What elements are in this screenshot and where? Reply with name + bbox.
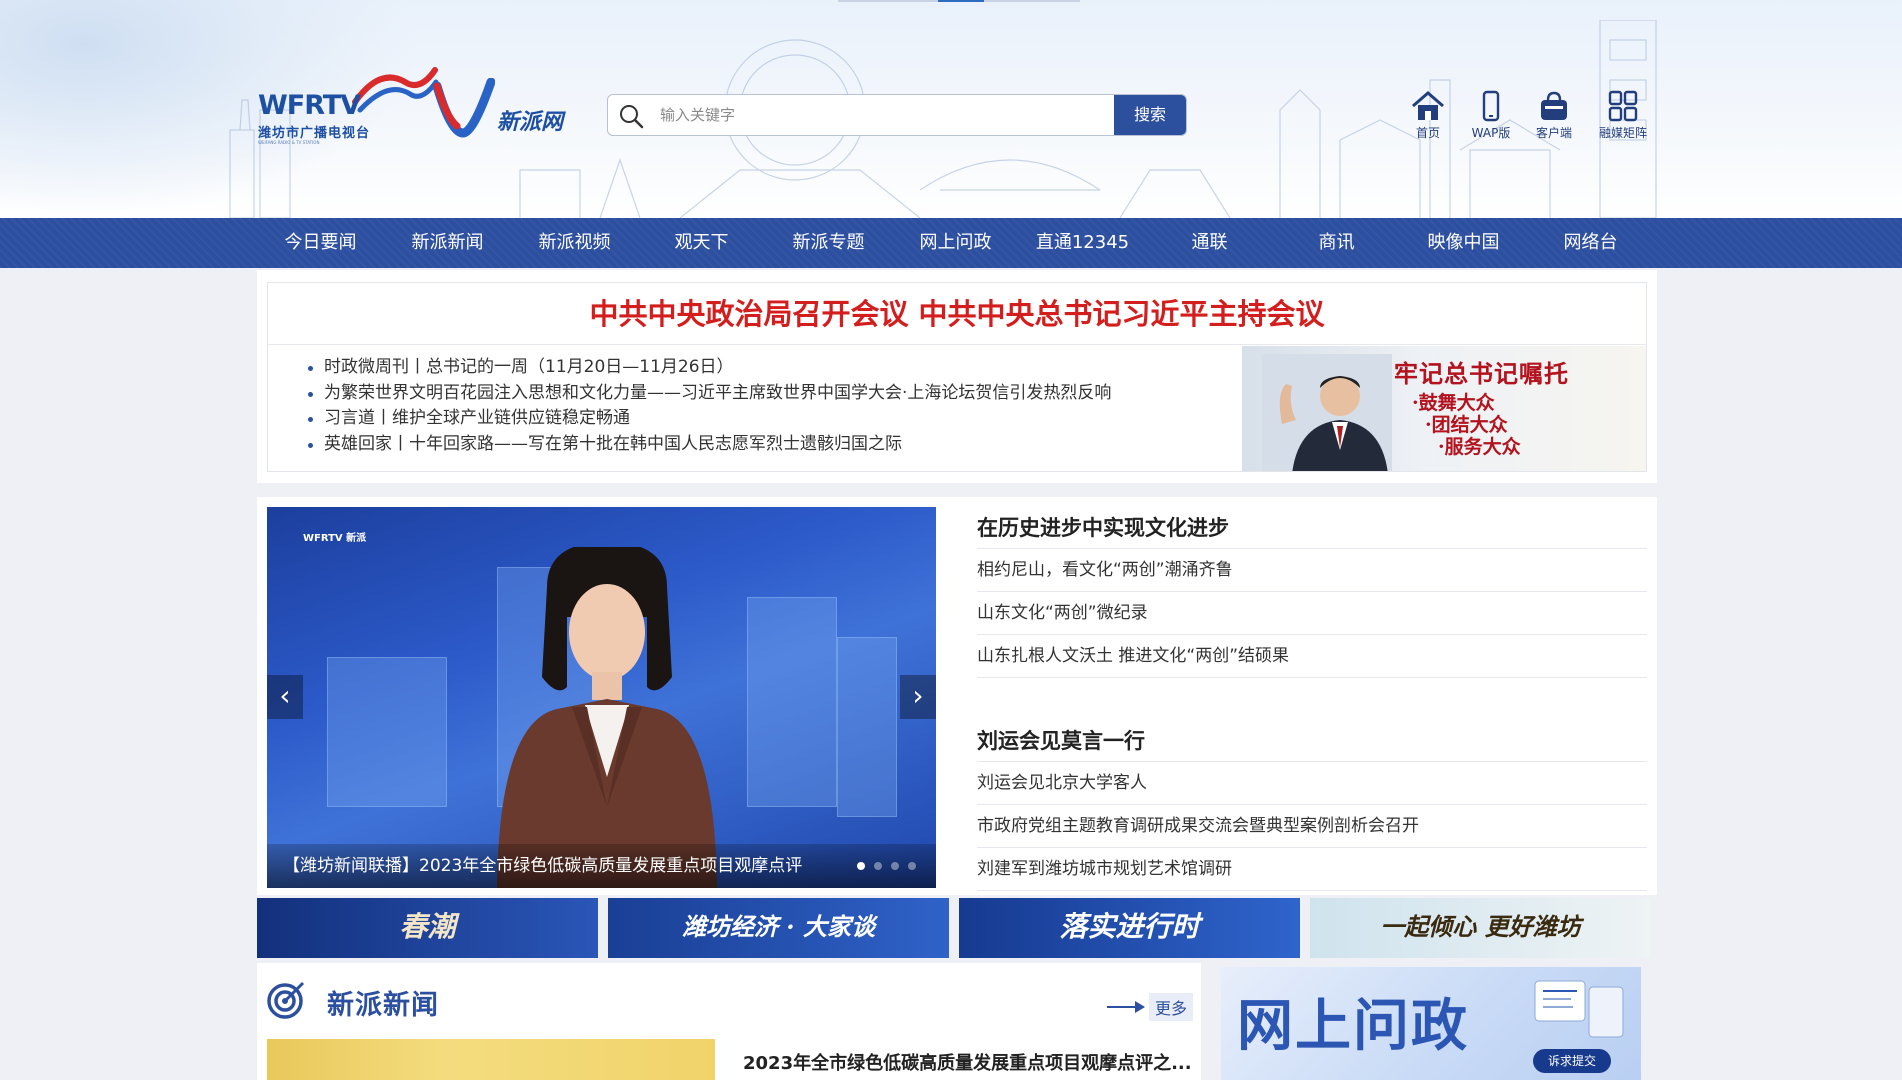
section-title: 新派新闻: [327, 990, 439, 1021]
slider-dot[interactable]: [874, 862, 882, 870]
wfrtv-logo[interactable]: WFRTV 潍坊市广播电视台 WEIFANG RADIO & TV STATIO…: [258, 60, 439, 145]
topic-spacer: [977, 678, 1647, 720]
home-icon: [1412, 91, 1444, 120]
phone-icon: [1482, 90, 1500, 122]
topic-lists: 在历史进步中实现文化进步 相约尼山，看文化“两创”潮涌齐鲁 山东文化“两创”微纪…: [977, 507, 1647, 891]
site-header: WFRTV 潍坊市广播电视台 WEIFANG RADIO & TV STATIO…: [0, 0, 1902, 218]
banner-yiqi-qingxin[interactable]: 一起倾心 更好潍坊: [1310, 898, 1651, 958]
quick-link-wap[interactable]: WAP版: [1461, 90, 1521, 141]
quick-link-client[interactable]: 客户端: [1524, 90, 1584, 141]
wfrtv-logo-cn: 潍坊市广播电视台: [258, 126, 371, 141]
quick-link-matrix[interactable]: 融媒矩阵: [1593, 90, 1653, 141]
promo-line: ·服务大众: [1438, 436, 1521, 458]
slider-dot[interactable]: [891, 862, 899, 870]
nav-item-zhitong-12345[interactable]: 直通12345: [1019, 218, 1146, 268]
submit-request-button[interactable]: 诉求提交: [1533, 1049, 1611, 1073]
topic-item[interactable]: 相约尼山，看文化“两创”潮涌齐鲁: [977, 549, 1647, 592]
search-icon: [620, 105, 644, 129]
grid-icon: [1608, 90, 1638, 122]
news-headline[interactable]: 2023年全市绿色低碳高质量发展重点项目观摩点评之...: [743, 1049, 1192, 1075]
main-nav: 今日要闻 新派新闻 新派视频 观天下 新派专题 网上问政 直通12345 通联 …: [0, 218, 1902, 268]
headline-item[interactable]: 英雄回家丨十年回家路——写在第十批在韩中国人民志愿军烈士遗骸归国之际: [308, 432, 1111, 458]
headline-list: 时政微周刊丨总书记的一周（11月20日—11月26日） 为繁荣世界文明百花园注入…: [308, 355, 1111, 457]
nav-item-yingxiang-zhongguo[interactable]: 映像中国: [1400, 218, 1527, 268]
topic-title[interactable]: 刘运会见莫言一行: [977, 720, 1647, 762]
nav-item-xinpai-xinwen[interactable]: 新派新闻: [384, 218, 511, 268]
banner-weifang-jingji[interactable]: 潍坊经济 · 大家谈: [608, 898, 949, 958]
news-slider[interactable]: WFRTV 新派 ‹ › 【潍坊新闻联播】2023年全市绿色低碳高质量发展重点项…: [267, 507, 936, 888]
quick-link-label: WAP版: [1471, 126, 1511, 140]
wfrtv-swoosh-icon: [352, 67, 439, 113]
nav-item-wangshang-wenzheng[interactable]: 网上问政: [892, 218, 1019, 268]
more-label: 更多: [1149, 993, 1194, 1021]
top-progress-strip: [838, 0, 1080, 2]
slider-dot[interactable]: [908, 862, 916, 870]
xinpai-news-section: 新派新闻 更多 2023年全市绿色低碳高质量发展重点项目观摩点评之...: [257, 963, 1201, 1080]
slider-dots: [857, 862, 916, 870]
search-input[interactable]: [660, 101, 1060, 129]
arrow-right-icon: [1107, 1001, 1145, 1013]
xinpai-v-icon: [432, 77, 496, 138]
banner-text: 潍坊经济 · 大家谈: [681, 912, 876, 941]
more-link[interactable]: 更多: [1107, 993, 1194, 1021]
topic-item[interactable]: 山东扎根人文沃土 推进文化“两创”结硕果: [977, 635, 1647, 678]
nav-item-xinpai-shipin[interactable]: 新派视频: [511, 218, 638, 268]
quick-link-home[interactable]: 首页: [1398, 90, 1458, 141]
slider-prev-button[interactable]: ‹: [267, 675, 303, 719]
headline-item[interactable]: 习言道丨维护全球产业链供应链稳定畅通: [308, 406, 1111, 432]
news-anchor-image: [497, 547, 717, 888]
topic-item[interactable]: 山东文化“两创”微纪录: [977, 592, 1647, 635]
banner-text: 一起倾心 更好潍坊: [1380, 912, 1581, 941]
quick-link-label: 客户端: [1535, 126, 1572, 140]
target-icon: [267, 981, 305, 1019]
nav-item-jinri-yaowen[interactable]: 今日要闻: [257, 218, 384, 268]
news-thumbnail[interactable]: [267, 1039, 715, 1080]
xinpai-logo[interactable]: 新派网: [432, 77, 583, 140]
nav-item-wangluotai[interactable]: 网络台: [1527, 218, 1654, 268]
slider-logo: WFRTV 新派: [303, 533, 367, 544]
screen-illustration: [1534, 980, 1624, 1038]
topic-item[interactable]: 刘运会见北京大学客人: [977, 762, 1647, 805]
building-decoration: [837, 637, 897, 817]
promo-title: 牢记总书记嘱托: [1394, 359, 1569, 388]
search-button[interactable]: 搜索: [1114, 95, 1186, 135]
headline-item[interactable]: 为繁荣世界文明百花园注入思想和文化力量——习近平主席致世界中国学大会·上海论坛贺…: [308, 381, 1111, 407]
slider-caption[interactable]: 【潍坊新闻联播】2023年全市绿色低碳高质量发展重点项目观摩点评: [267, 844, 936, 888]
top-headline[interactable]: 中共中央政治局召开会议 中共中央总书记习近平主持会议: [268, 283, 1646, 345]
wlwz-title: 网上问政: [1237, 994, 1469, 1059]
slider-next-button[interactable]: ›: [900, 675, 936, 719]
topic-title[interactable]: 在历史进步中实现文化进步: [977, 507, 1647, 549]
wangshang-wenzheng-banner[interactable]: 网上问政 诉求提交: [1221, 967, 1641, 1080]
wfrtv-logo-sub: WEIFANG RADIO & TV STATION: [258, 140, 320, 145]
main-section: WFRTV 新派 ‹ › 【潍坊新闻联播】2023年全市绿色低碳高质量发展重点项…: [257, 497, 1657, 895]
nav-item-shangxun[interactable]: 商讯: [1273, 218, 1400, 268]
building-decoration: [327, 657, 447, 807]
banner-luoshi-jinxingshi[interactable]: 落实进行时: [959, 898, 1300, 958]
leader-photo: [1262, 354, 1392, 471]
slider-dot[interactable]: [857, 862, 865, 870]
banner-chunchao[interactable]: 春潮: [257, 898, 598, 958]
topic-item[interactable]: 刘建军到潍坊城市规划艺术馆调研: [977, 848, 1647, 891]
topic-item[interactable]: 市政府党组主题教育调研成果交流会暨典型案例剖析会召开: [977, 805, 1647, 848]
nav-item-xinpai-zhuanti[interactable]: 新派专题: [765, 218, 892, 268]
banner-text: 落实进行时: [1059, 910, 1200, 943]
wfrtv-logo-text: WFRTV: [258, 90, 361, 121]
search-bar: 搜索: [607, 94, 1187, 136]
promo-banner[interactable]: 牢记总书记嘱托 ·鼓舞大众 ·团结大众 ·服务大众: [1242, 346, 1646, 471]
nav-item-guan-tianxia[interactable]: 观天下: [638, 218, 765, 268]
headline-box: 中共中央政治局召开会议 中共中央总书记习近平主持会议 时政微周刊丨总书记的一周（…: [267, 282, 1647, 472]
bag-icon: [1541, 91, 1567, 120]
building-decoration: [747, 597, 837, 807]
banner-text: 春潮: [399, 910, 456, 943]
headline-item[interactable]: 时政微周刊丨总书记的一周（11月20日—11月26日）: [308, 355, 1111, 381]
quick-link-label: 首页: [1415, 126, 1440, 140]
headline-section: 中共中央政治局召开会议 中共中央总书记习近平主持会议 时政微周刊丨总书记的一周（…: [257, 270, 1657, 483]
quick-link-label: 融媒矩阵: [1598, 126, 1647, 140]
nav-item-tonglian[interactable]: 通联: [1146, 218, 1273, 268]
xinpai-logo-text: 新派网: [497, 110, 564, 135]
